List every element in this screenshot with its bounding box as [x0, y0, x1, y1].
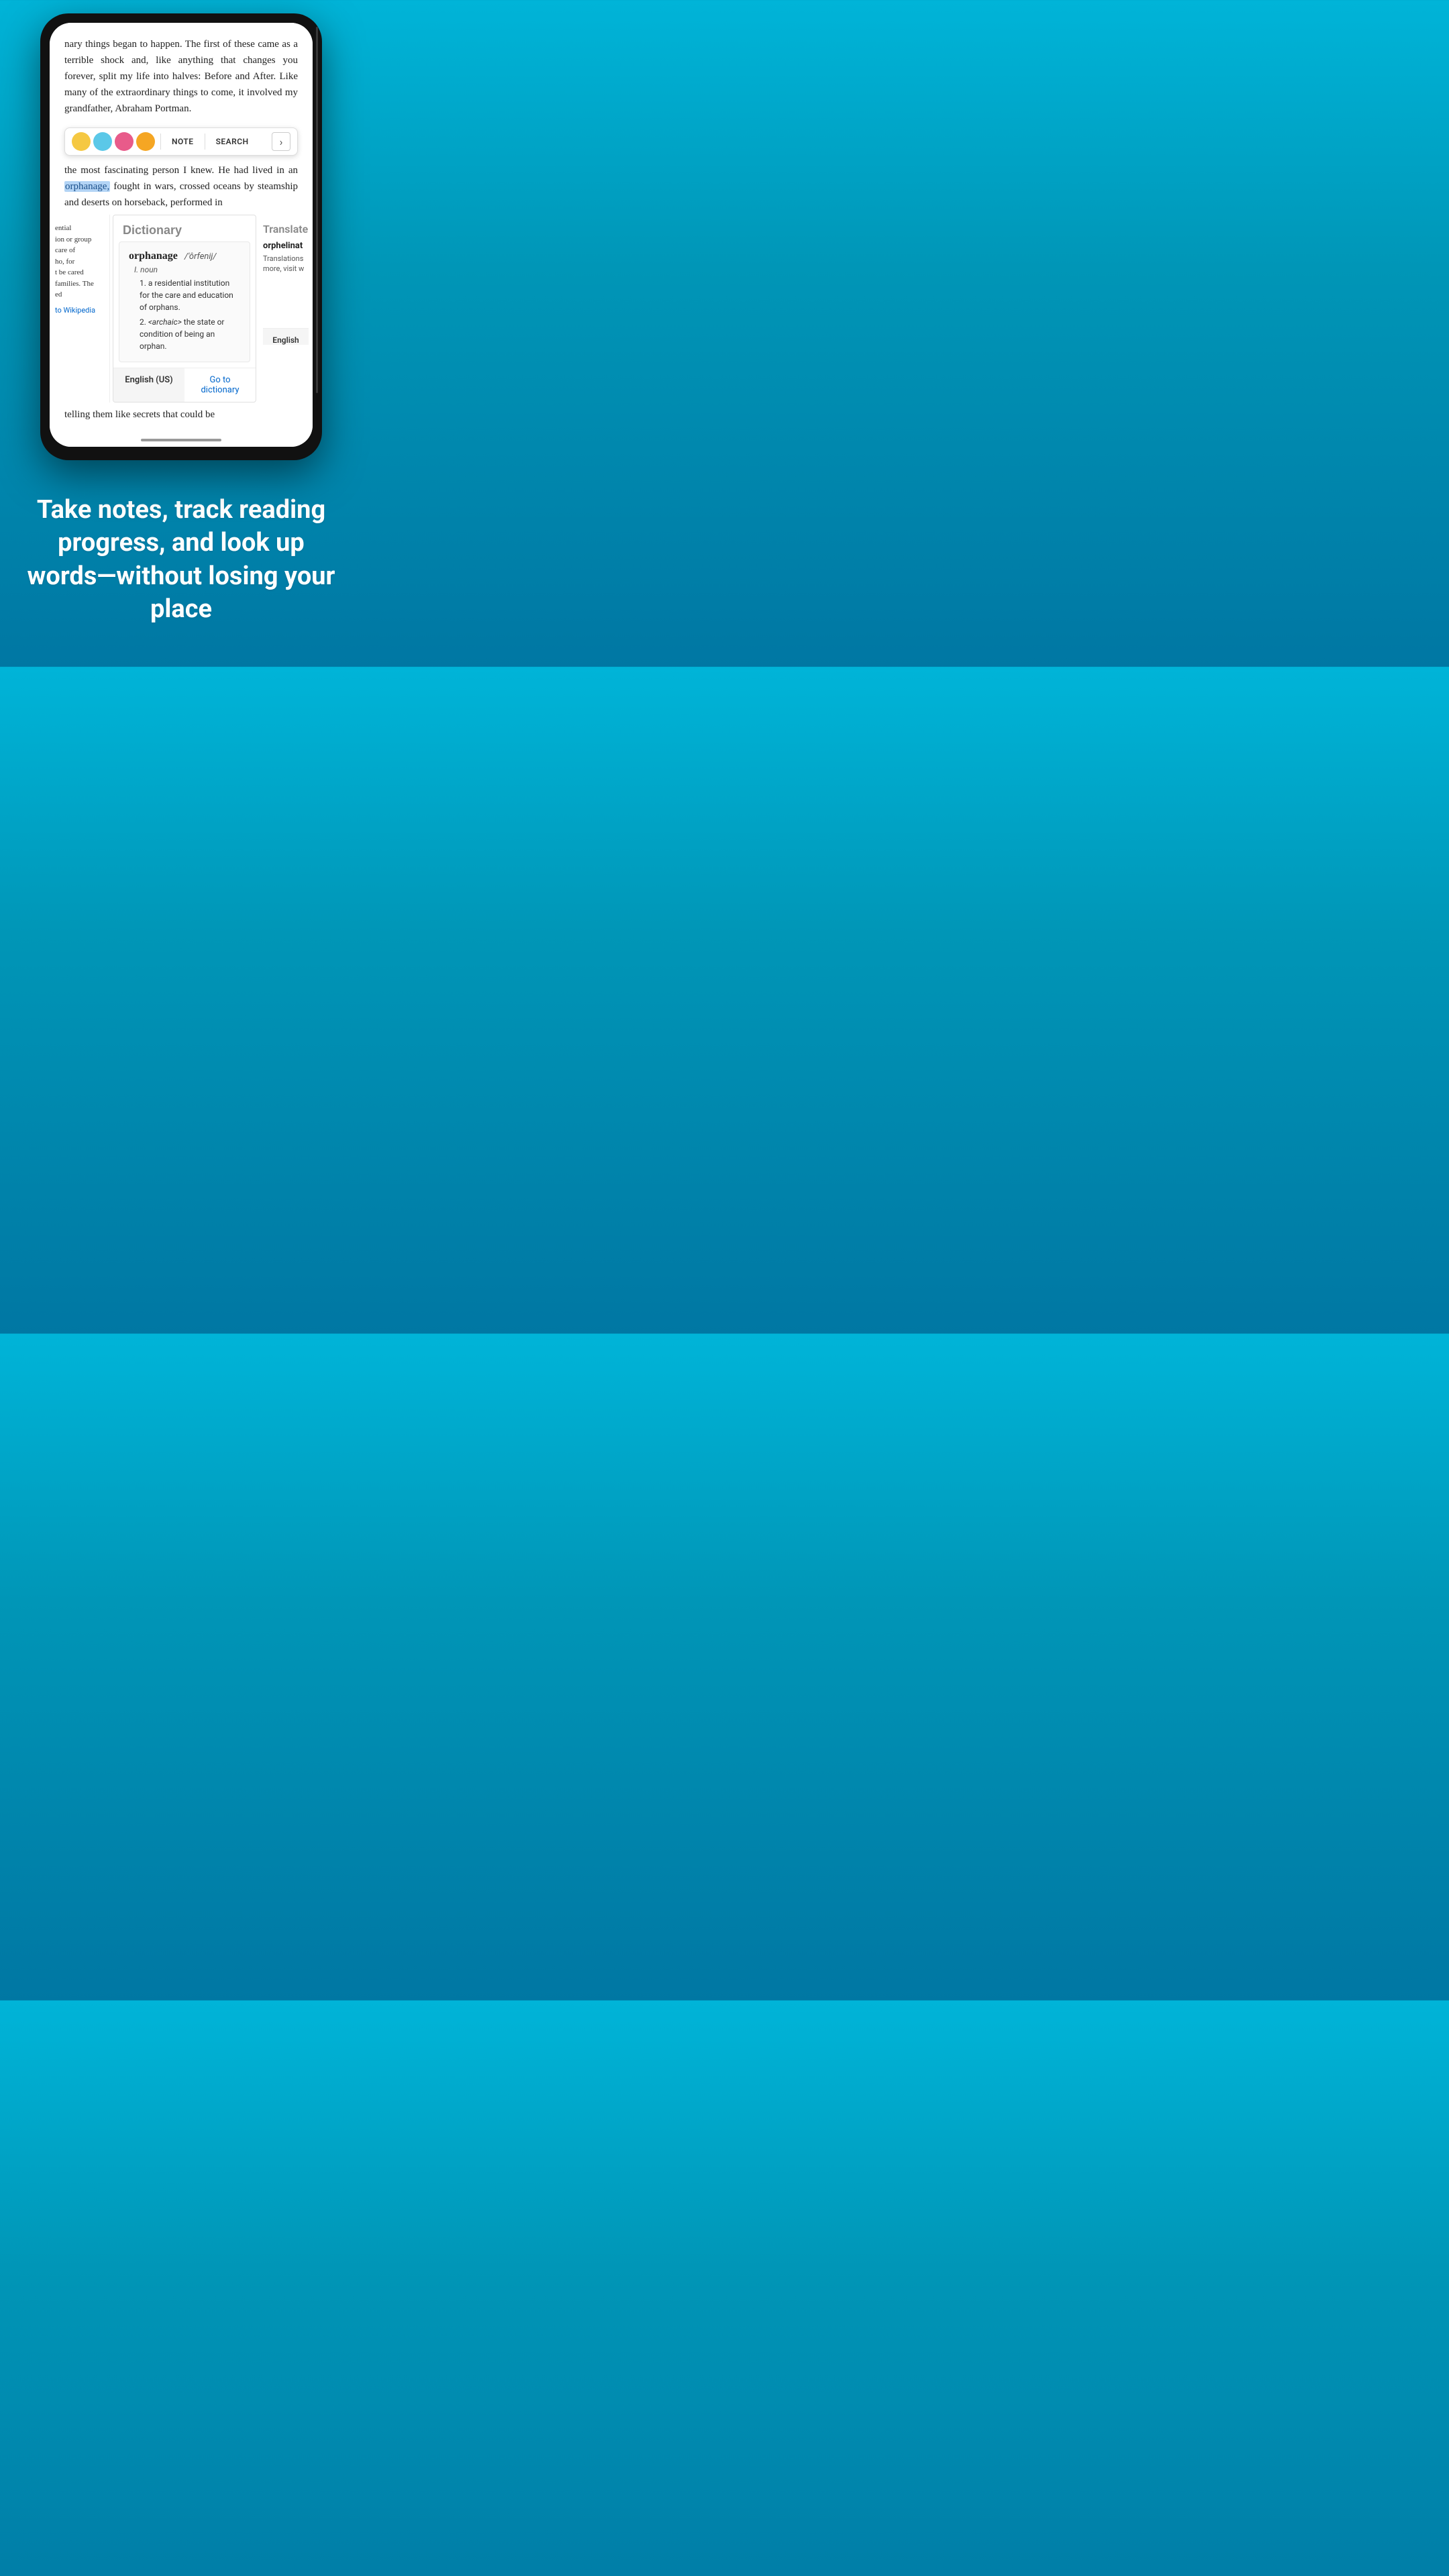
color-blue[interactable]: [93, 132, 112, 151]
book-text-bottom: telling them like secrets that could be: [50, 402, 313, 433]
scrollbar-hint: [316, 27, 318, 393]
phone-container: nary things began to happen. The first o…: [0, 0, 362, 460]
left-panel-line7: ed: [55, 289, 104, 301]
panels-row: ential ion or group care of ho, for t be…: [50, 215, 313, 402]
toolbar-arrow-btn[interactable]: ›: [272, 132, 290, 151]
definition-1: 1. a residential institution for the car…: [140, 277, 240, 313]
arrow-icon: ›: [280, 136, 283, 148]
color-orange[interactable]: [136, 132, 155, 151]
home-bar: [141, 439, 221, 441]
book-text-middle: the most fascinating person I knew. He h…: [50, 156, 313, 215]
tagline-section: Take notes, track reading progress, and …: [0, 460, 362, 667]
right-panel-header: Translate: [263, 223, 309, 235]
book-text-before-highlight: the most fascinating person I knew. He h…: [64, 165, 298, 176]
left-panel-line2: ion or group: [55, 234, 104, 246]
color-pink[interactable]: [115, 132, 133, 151]
phone-frame: nary things began to happen. The first o…: [40, 13, 322, 460]
color-yellow[interactable]: [72, 132, 91, 151]
word-title: orphanage: [129, 250, 178, 262]
phone-screen: nary things began to happen. The first o…: [50, 23, 313, 447]
right-panel: Translate orphelinat Translations more, …: [259, 215, 313, 402]
go-to-dictionary-link[interactable]: Go to dictionary: [184, 368, 256, 402]
english-us-button[interactable]: English (US): [113, 368, 184, 402]
definition-2: 2. <archaic> the state or condition of b…: [140, 316, 240, 352]
word-pos: I. noun: [134, 265, 240, 274]
dictionary-panel: Dictionary orphanage /'ôrfenij/ I. noun …: [113, 215, 256, 402]
tagline-text: Take notes, track reading progress, and …: [20, 494, 342, 627]
left-panel-line3: care of: [55, 245, 104, 256]
wikipedia-link[interactable]: to Wikipedia: [55, 306, 104, 315]
highlighted-word: orphanage,: [64, 181, 110, 192]
word-phonetic: /'ôrfenij/: [184, 252, 217, 262]
right-panel-word: orphelinat: [263, 241, 309, 251]
left-panel-line5: t be cared: [55, 267, 104, 278]
left-panel-line1: ential: [55, 223, 104, 234]
left-panel-line4: ho, for: [55, 256, 104, 268]
home-indicator: [50, 433, 313, 447]
dictionary-header: Dictionary: [113, 215, 256, 241]
word-entry: orphanage /'ôrfenij/: [129, 249, 240, 262]
right-panel-text: Translations more, visit w: [263, 254, 309, 274]
right-panel-footer-btn[interactable]: English: [263, 328, 309, 345]
search-button[interactable]: SEARCH: [211, 134, 254, 149]
highlight-toolbar[interactable]: NOTE SEARCH ›: [64, 127, 298, 156]
dictionary-content: orphanage /'ôrfenij/ I. noun 1. a reside…: [119, 241, 250, 362]
dictionary-footer: English (US) Go to dictionary: [113, 368, 256, 402]
toolbar-divider: [160, 133, 161, 150]
note-button[interactable]: NOTE: [166, 134, 199, 149]
left-panel-text-area: ential ion or group care of ho, for t be…: [55, 223, 104, 301]
left-panel: ential ion or group care of ho, for t be…: [50, 215, 110, 402]
book-text-top: nary things began to happen. The first o…: [50, 23, 313, 127]
left-panel-line6: families. The: [55, 278, 104, 290]
